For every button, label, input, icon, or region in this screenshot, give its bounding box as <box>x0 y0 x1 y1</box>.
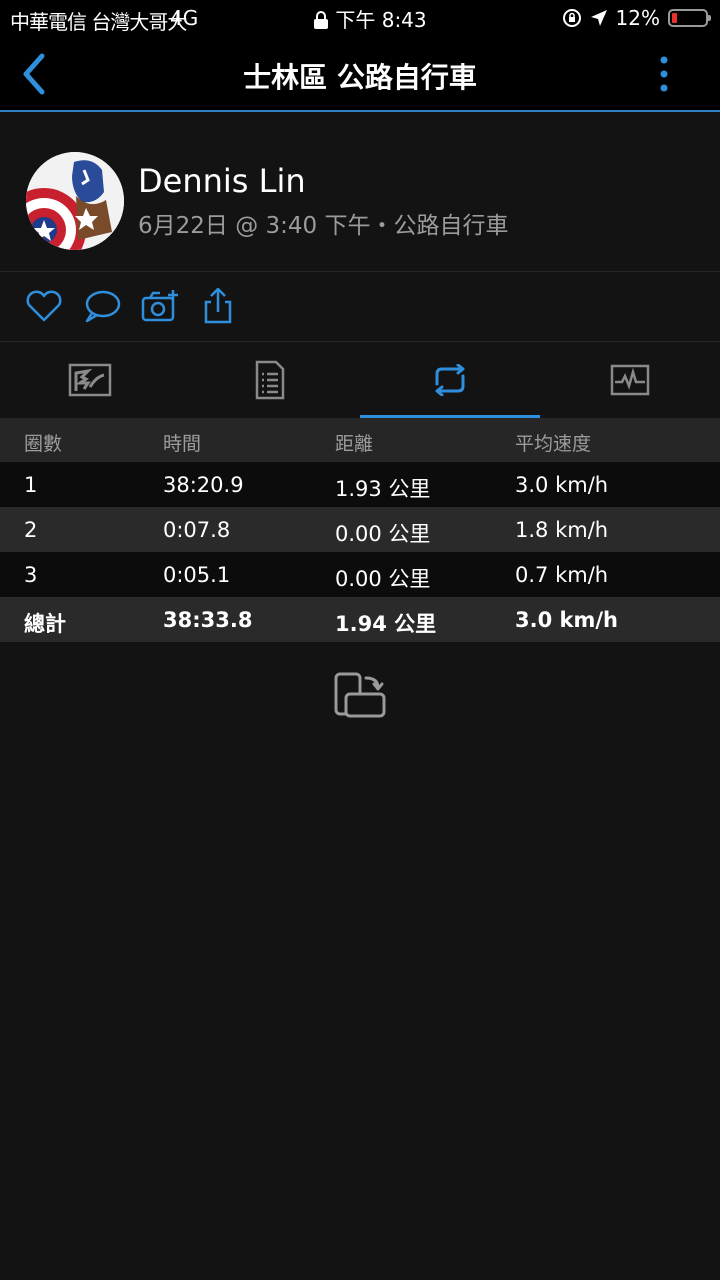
activity-meta: 6月22日 @ 3:40 下午・公路自行車 <box>138 213 509 239</box>
activity-header: Dennis Lin 6月22日 @ 3:40 下午・公路自行車 <box>0 114 720 272</box>
lap-avg-speed: 1.8 km/h <box>515 518 609 542</box>
total-avg-speed: 3.0 km/h <box>515 608 618 632</box>
lap-time: 0:07.8 <box>163 518 231 542</box>
header-avg-speed: 平均速度 <box>515 433 592 455</box>
activity-tabs <box>0 342 720 418</box>
page-title: 士林區 公路自行車 <box>243 61 477 94</box>
lap-distance: 1.93 公里 <box>335 477 431 501</box>
location-arrow-icon <box>590 10 607 26</box>
lap-number: 1 <box>24 473 38 497</box>
athlete-name[interactable]: Dennis Lin <box>138 162 306 200</box>
tab-charts[interactable] <box>540 342 720 418</box>
status-bar: 中華電信 台灣大哥大 4G 下午 8:43 12% <box>0 0 720 36</box>
network-type: 4G <box>170 6 199 30</box>
lap-number: 2 <box>24 518 38 542</box>
rotate-device-icon[interactable] <box>332 670 388 722</box>
comment-icon[interactable] <box>82 288 122 324</box>
table-row: 2 0:07.8 0.00 公里 1.8 km/h <box>0 507 720 552</box>
table-row: 3 0:05.1 0.00 公里 0.7 km/h <box>0 552 720 597</box>
total-time: 38:33.8 <box>163 608 253 632</box>
total-label: 總計 <box>24 612 66 636</box>
header-time: 時間 <box>163 433 202 455</box>
table-header: 圈數 時間 距離 平均速度 <box>0 418 720 462</box>
battery-percent: 12% <box>615 6 660 30</box>
tab-map[interactable] <box>0 342 180 418</box>
orientation-lock-icon <box>562 9 581 27</box>
battery-icon <box>668 9 711 27</box>
tab-details[interactable] <box>180 342 360 418</box>
action-bar <box>0 272 720 342</box>
details-tab-icon <box>255 360 285 400</box>
table-total-row: 總計 38:33.8 1.94 公里 3.0 km/h <box>0 597 720 642</box>
avatar[interactable] <box>26 152 124 250</box>
lap-avg-speed: 3.0 km/h <box>515 473 609 497</box>
tab-laps[interactable] <box>360 342 540 418</box>
lap-time: 0:05.1 <box>163 563 231 587</box>
status-time: 下午 8:43 <box>335 8 427 32</box>
lap-distance: 0.00 公里 <box>335 522 431 546</box>
lap-number: 3 <box>24 563 38 587</box>
laps-tab-icon <box>435 364 465 396</box>
captain-america-avatar-icon <box>26 152 124 250</box>
chart-tab-icon <box>610 364 650 396</box>
lap-avg-speed: 0.7 km/h <box>515 563 609 587</box>
header-lap: 圈數 <box>24 433 63 455</box>
map-tab-icon <box>68 363 112 397</box>
header-distance: 距離 <box>335 433 374 455</box>
vertical-ellipsis-icon[interactable] <box>654 56 674 96</box>
table-row: 1 38:20.9 1.93 公里 3.0 km/h <box>0 462 720 507</box>
heart-icon[interactable] <box>24 288 64 324</box>
total-distance: 1.94 公里 <box>335 612 437 636</box>
carrier-name: 中華電信 台灣大哥大 <box>10 10 187 34</box>
laps-table: 圈數 時間 距離 平均速度 1 38:20.9 1.93 公里 3.0 km/h… <box>0 418 720 642</box>
share-icon[interactable] <box>198 288 238 324</box>
add-photo-icon[interactable] <box>140 288 180 324</box>
lap-distance: 0.00 公里 <box>335 567 431 591</box>
lap-time: 38:20.9 <box>163 473 244 497</box>
nav-bar: 士林區 公路自行車 <box>0 36 720 112</box>
lock-icon <box>314 11 329 29</box>
status-right: 12% <box>562 6 711 30</box>
status-center: 下午 8:43 <box>300 4 440 33</box>
